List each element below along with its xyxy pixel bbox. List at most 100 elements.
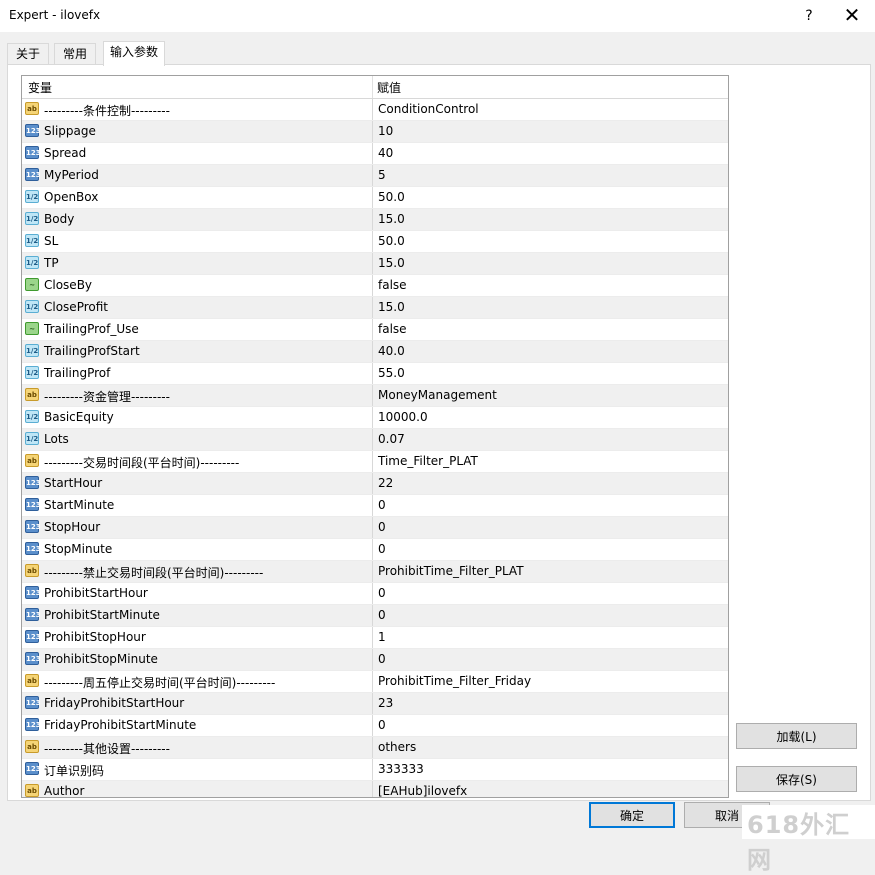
parameter-row[interactable]: 1/2 Lots 0.07 bbox=[22, 429, 728, 451]
parameter-row[interactable]: 123 FridayProhibitStartMinute 0 bbox=[22, 715, 728, 737]
parameter-name-cell[interactable]: 123 Slippage bbox=[22, 121, 373, 142]
parameter-name-cell[interactable]: 123 FridayProhibitStartMinute bbox=[22, 715, 373, 736]
column-header-variable[interactable]: 变量 bbox=[28, 79, 52, 96]
parameter-value[interactable]: Time_Filter_PLAT bbox=[378, 454, 478, 468]
parameter-value[interactable]: 10 bbox=[378, 124, 393, 138]
parameter-row[interactable]: 1/2 BasicEquity 10000.0 bbox=[22, 407, 728, 429]
parameter-value[interactable]: 0 bbox=[378, 498, 386, 512]
parameter-name-cell[interactable]: 123 StartMinute bbox=[22, 495, 373, 516]
close-button[interactable]: ✕ bbox=[840, 4, 864, 28]
parameter-row[interactable]: ab ---------条件控制--------- ConditionControl bbox=[22, 99, 728, 121]
parameter-name-cell[interactable]: ab ---------条件控制--------- bbox=[22, 99, 373, 120]
parameter-row[interactable]: 123 订单识别码 333333 bbox=[22, 759, 728, 781]
parameter-name-cell[interactable]: 1/2 TP bbox=[22, 253, 373, 274]
parameter-row[interactable]: ab Author [EAHub]ilovefx bbox=[22, 781, 728, 797]
parameter-value[interactable]: 15.0 bbox=[378, 300, 405, 314]
parameter-row[interactable]: 1/2 TrailingProf 55.0 bbox=[22, 363, 728, 385]
help-button[interactable]: ? bbox=[798, 5, 820, 27]
parameter-name-cell[interactable]: ab ---------资金管理--------- bbox=[22, 385, 373, 406]
parameter-row[interactable]: 123 StartMinute 0 bbox=[22, 495, 728, 517]
parameter-value[interactable]: 55.0 bbox=[378, 366, 405, 380]
parameter-name-cell[interactable]: ab ---------其他设置--------- bbox=[22, 737, 373, 758]
parameter-row[interactable]: 123 ProhibitStopHour 1 bbox=[22, 627, 728, 649]
parameter-row[interactable]: 123 MyPeriod 5 bbox=[22, 165, 728, 187]
parameter-value[interactable]: 50.0 bbox=[378, 190, 405, 204]
parameter-row[interactable]: ab ---------资金管理--------- MoneyManagement bbox=[22, 385, 728, 407]
parameter-row[interactable]: 123 FridayProhibitStartHour 23 bbox=[22, 693, 728, 715]
parameter-row[interactable]: ~ TrailingProf_Use false bbox=[22, 319, 728, 341]
parameter-row[interactable]: 123 Slippage 10 bbox=[22, 121, 728, 143]
parameter-value[interactable]: 0 bbox=[378, 608, 386, 622]
parameter-value[interactable]: MoneyManagement bbox=[378, 388, 497, 402]
parameter-name-cell[interactable]: 123 FridayProhibitStartHour bbox=[22, 693, 373, 714]
parameter-row[interactable]: ab ---------周五停止交易时间(平台时间)--------- Prohib… bbox=[22, 671, 728, 693]
parameter-value[interactable]: false bbox=[378, 278, 407, 292]
parameter-name-cell[interactable]: ab Author bbox=[22, 781, 373, 797]
parameter-value[interactable]: 0 bbox=[378, 520, 386, 534]
parameter-value[interactable]: 1 bbox=[378, 630, 386, 644]
parameter-row[interactable]: 123 ProhibitStartHour 0 bbox=[22, 583, 728, 605]
ok-button[interactable]: 确定 bbox=[589, 802, 675, 828]
parameter-name-cell[interactable]: 1/2 SL bbox=[22, 231, 373, 252]
parameter-name-cell[interactable]: ab ---------禁止交易时间段(平台时间)--------- bbox=[22, 561, 373, 582]
parameter-name-cell[interactable]: 123 ProhibitStopMinute bbox=[22, 649, 373, 670]
parameter-value[interactable]: 5 bbox=[378, 168, 386, 182]
parameter-name-cell[interactable]: 123 ProhibitStopHour bbox=[22, 627, 373, 648]
parameter-value[interactable]: false bbox=[378, 322, 407, 336]
parameter-value[interactable]: others bbox=[378, 740, 416, 754]
parameter-row[interactable]: 1/2 TrailingProfStart 40.0 bbox=[22, 341, 728, 363]
parameter-name-cell[interactable]: 1/2 TrailingProf bbox=[22, 363, 373, 384]
column-divider[interactable] bbox=[372, 76, 373, 98]
parameter-value[interactable]: 0 bbox=[378, 652, 386, 666]
parameter-row[interactable]: 1/2 TP 15.0 bbox=[22, 253, 728, 275]
parameter-name-cell[interactable]: 1/2 CloseProfit bbox=[22, 297, 373, 318]
parameter-row[interactable]: 123 ProhibitStopMinute 0 bbox=[22, 649, 728, 671]
parameter-value[interactable]: 15.0 bbox=[378, 256, 405, 270]
parameter-value[interactable]: 15.0 bbox=[378, 212, 405, 226]
parameter-value[interactable]: 23 bbox=[378, 696, 393, 710]
parameter-value[interactable]: 10000.0 bbox=[378, 410, 428, 424]
parameter-name-cell[interactable]: 123 StopMinute bbox=[22, 539, 373, 560]
parameter-value[interactable]: ConditionControl bbox=[378, 102, 479, 116]
save-button[interactable]: 保存(S) bbox=[736, 766, 857, 792]
parameter-row[interactable]: 123 StartHour 22 bbox=[22, 473, 728, 495]
load-button[interactable]: 加载(L) bbox=[736, 723, 857, 749]
column-header-value[interactable]: 赋值 bbox=[377, 79, 401, 96]
parameter-value[interactable]: ProhibitTime_Filter_Friday bbox=[378, 674, 531, 688]
parameter-row[interactable]: ~ CloseBy false bbox=[22, 275, 728, 297]
parameter-name-cell[interactable]: 1/2 OpenBox bbox=[22, 187, 373, 208]
parameter-row[interactable]: 123 StopHour 0 bbox=[22, 517, 728, 539]
parameter-value[interactable]: 0 bbox=[378, 718, 386, 732]
parameter-name-cell[interactable]: 123 StartHour bbox=[22, 473, 373, 494]
parameter-row[interactable]: 1/2 CloseProfit 15.0 bbox=[22, 297, 728, 319]
parameter-name-cell[interactable]: 123 Spread bbox=[22, 143, 373, 164]
parameter-name-cell[interactable]: 1/2 BasicEquity bbox=[22, 407, 373, 428]
tab-about[interactable]: 关于 bbox=[7, 43, 49, 65]
parameter-row[interactable]: 1/2 OpenBox 50.0 bbox=[22, 187, 728, 209]
parameter-row[interactable]: 1/2 Body 15.0 bbox=[22, 209, 728, 231]
parameter-name-cell[interactable]: 1/2 TrailingProfStart bbox=[22, 341, 373, 362]
parameter-name-cell[interactable]: ~ CloseBy bbox=[22, 275, 373, 296]
parameter-name-cell[interactable]: 123 StopHour bbox=[22, 517, 373, 538]
parameter-row[interactable]: 123 Spread 40 bbox=[22, 143, 728, 165]
parameter-name-cell[interactable]: 123 ProhibitStartMinute bbox=[22, 605, 373, 626]
parameter-value[interactable]: 40 bbox=[378, 146, 393, 160]
parameter-name-cell[interactable]: 1/2 Lots bbox=[22, 429, 373, 450]
parameter-value[interactable]: 22 bbox=[378, 476, 393, 490]
parameter-value[interactable]: ProhibitTime_Filter_PLAT bbox=[378, 564, 524, 578]
parameter-value[interactable]: 0 bbox=[378, 586, 386, 600]
parameter-row[interactable]: ab ---------其他设置--------- others bbox=[22, 737, 728, 759]
parameter-name-cell[interactable]: ab ---------周五停止交易时间(平台时间)--------- bbox=[22, 671, 373, 692]
parameter-row[interactable]: 123 ProhibitStartMinute 0 bbox=[22, 605, 728, 627]
parameter-name-cell[interactable]: 123 订单识别码 bbox=[22, 759, 373, 780]
parameter-value[interactable]: 0.07 bbox=[378, 432, 405, 446]
tab-common[interactable]: 常用 bbox=[54, 43, 96, 65]
parameter-value[interactable]: [EAHub]ilovefx bbox=[378, 784, 467, 797]
parameter-name-cell[interactable]: 1/2 Body bbox=[22, 209, 373, 230]
parameter-value[interactable]: 0 bbox=[378, 542, 386, 556]
parameter-name-cell[interactable]: ab ---------交易时间段(平台时间)--------- bbox=[22, 451, 373, 472]
parameter-value[interactable]: 333333 bbox=[378, 762, 424, 776]
parameter-name-cell[interactable]: ~ TrailingProf_Use bbox=[22, 319, 373, 340]
parameter-row[interactable]: 1/2 SL 50.0 bbox=[22, 231, 728, 253]
parameter-value[interactable]: 40.0 bbox=[378, 344, 405, 358]
